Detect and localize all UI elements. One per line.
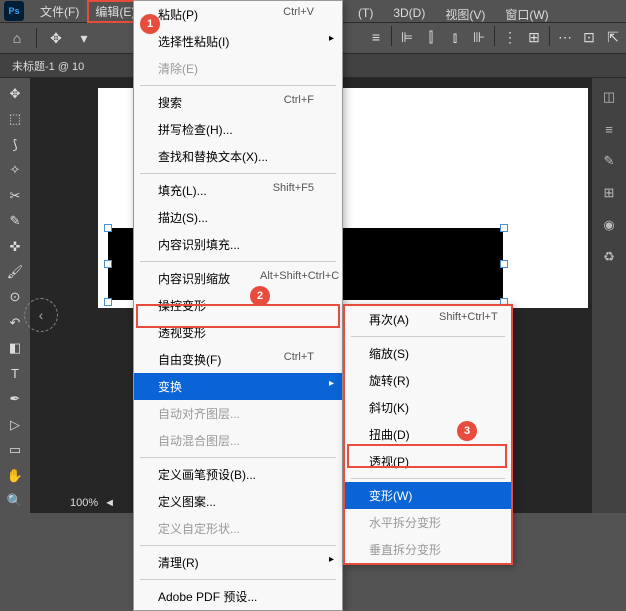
menu-clear: 清除(E) (134, 55, 342, 82)
menu-stroke[interactable]: 描边(S)... (134, 204, 342, 231)
submenu-hsplit: 水平拆分变形 (345, 509, 511, 536)
menu-puppet[interactable]: 操控变形 (134, 292, 342, 319)
dist-icon[interactable]: ⋮ (499, 26, 521, 48)
align-icon[interactable]: ⫾ (444, 26, 466, 48)
hand-tool-icon[interactable]: ✋ (3, 464, 27, 487)
menu-search[interactable]: 搜索Ctrl+F (134, 89, 342, 116)
heal-tool-icon[interactable]: ✜ (3, 235, 27, 258)
zoom-tool-icon[interactable]: 🔍 (3, 490, 27, 513)
menu-view[interactable]: 视图(V) (437, 3, 493, 26)
handle-bl[interactable] (104, 298, 112, 306)
handle-tr[interactable] (500, 224, 508, 232)
submenu-warp[interactable]: 变形(W) (345, 482, 511, 509)
back-button-icon[interactable]: ‹ (24, 298, 58, 332)
menu-window[interactable]: 窗口(W) (497, 3, 556, 26)
panel-icon[interactable]: ♻ (598, 246, 620, 268)
wand-tool-icon[interactable]: ✧ (3, 158, 27, 181)
submenu-distort[interactable]: 扭曲(D) (345, 421, 511, 448)
menu-pattern[interactable]: 定义图案... (134, 488, 342, 515)
mode-icon[interactable]: ⊡ (578, 26, 600, 48)
status-bar: 100% ◄ (60, 493, 125, 513)
menu-shape-def: 定义自定形状... (134, 515, 342, 542)
menu-fill[interactable]: 填充(L)...Shift+F5 (134, 177, 342, 204)
menu-content-fill[interactable]: 内容识别填充... (134, 231, 342, 258)
tool-palette: ✥ ⬚ ⟆ ✧ ✂ ✎ ✜ 🖌 ⊙ ↶ ◧ T ✒ ▷ ▭ ✋ 🔍 (0, 78, 30, 513)
menu-pdf[interactable]: Adobe PDF 预设... (134, 583, 342, 610)
menu-3d[interactable]: 3D(D) (385, 3, 433, 26)
more-icon[interactable]: ⋯ (554, 26, 576, 48)
align-icon[interactable]: ⊫ (396, 26, 418, 48)
stamp-tool-icon[interactable]: ⊙ (3, 286, 27, 309)
path-tool-icon[interactable]: ▷ (3, 413, 27, 436)
lasso-tool-icon[interactable]: ⟆ (3, 133, 27, 156)
menu-paste[interactable]: 粘贴(P)Ctrl+V (134, 1, 342, 28)
menu-transform[interactable]: 变换 (134, 373, 342, 400)
menu-auto-blend: 自动混合图层... (134, 427, 342, 454)
panel-icon[interactable]: ✎ (598, 150, 620, 172)
dist-icon[interactable]: ⊞ (523, 26, 545, 48)
handle-tl[interactable] (104, 224, 112, 232)
share-icon[interactable]: ⇱ (602, 26, 624, 48)
edit-dropdown: 粘贴(P)Ctrl+V 选择性粘贴(I) 清除(E) 搜索Ctrl+F 拼写检查… (133, 0, 343, 611)
menu-content-scale[interactable]: 内容识别缩放Alt+Shift+Ctrl+C (134, 265, 342, 292)
menu-brush-preset[interactable]: 定义画笔预设(B)... (134, 461, 342, 488)
shape-tool-icon[interactable]: ▭ (3, 439, 27, 462)
zoom-display[interactable]: 100% (70, 497, 98, 509)
menu-auto-align: 自动对齐图层... (134, 400, 342, 427)
transform-submenu: 再次(A)Shift+Ctrl+T 缩放(S) 旋转(R) 斜切(K) 扭曲(D… (343, 304, 513, 565)
submenu-again[interactable]: 再次(A)Shift+Ctrl+T (345, 306, 511, 333)
crop-tool-icon[interactable]: ✂ (3, 184, 27, 207)
annotation-badge-1: 1 (140, 14, 160, 34)
menu-find-replace[interactable]: 查找和替换文本(X)... (134, 143, 342, 170)
align-icon[interactable]: ⊪ (468, 26, 490, 48)
annotation-badge-3: 3 (457, 421, 477, 441)
panel-icon[interactable]: ⊞ (598, 182, 620, 204)
menu-paste-special[interactable]: 选择性粘贴(I) (134, 28, 342, 55)
eraser-tool-icon[interactable]: ◧ (3, 337, 27, 360)
move-tool-icon[interactable]: ✥ (3, 82, 27, 105)
panel-icon[interactable]: ≡ (598, 118, 620, 140)
handle-ml[interactable] (104, 260, 112, 268)
move-icon[interactable]: ✥ (45, 27, 67, 49)
menu-free-transform[interactable]: 自由变换(F)Ctrl+T (134, 346, 342, 373)
annotation-badge-2: 2 (250, 286, 270, 306)
dropdown-icon[interactable]: ▾ (73, 27, 95, 49)
handle-mr[interactable] (500, 260, 508, 268)
brush-tool-icon[interactable]: 🖌 (3, 260, 27, 283)
chevron-left-icon[interactable]: ◄ (104, 497, 115, 509)
menu-purge[interactable]: 清理(R) (134, 549, 342, 576)
menu-file[interactable]: 文件(F) (32, 0, 87, 23)
submenu-vsplit: 垂直拆分变形 (345, 536, 511, 563)
pen-tool-icon[interactable]: ✒ (3, 388, 27, 411)
submenu-skew[interactable]: 斜切(K) (345, 394, 511, 421)
submenu-perspective[interactable]: 透视(P) (345, 448, 511, 475)
ps-logo: Ps (4, 1, 24, 21)
eyedropper-tool-icon[interactable]: ✎ (3, 209, 27, 232)
right-panel: ◫ ≡ ✎ ⊞ ◉ ♻ (592, 78, 626, 513)
panel-icon[interactable]: ◉ (598, 214, 620, 236)
marquee-tool-icon[interactable]: ⬚ (3, 107, 27, 130)
home-icon[interactable]: ⌂ (6, 27, 28, 49)
type-tool-icon[interactable]: T (3, 362, 27, 385)
submenu-scale[interactable]: 缩放(S) (345, 340, 511, 367)
panel-icon[interactable]: ◫ (598, 86, 620, 108)
menu-spell[interactable]: 拼写检查(H)... (134, 116, 342, 143)
submenu-rotate[interactable]: 旋转(R) (345, 367, 511, 394)
align-icon[interactable]: ⫿ (420, 26, 442, 48)
menu-rest[interactable]: (T) (350, 3, 381, 26)
menu-perspective[interactable]: 透视变形 (134, 319, 342, 346)
align-icon[interactable]: ≡ (365, 26, 387, 48)
